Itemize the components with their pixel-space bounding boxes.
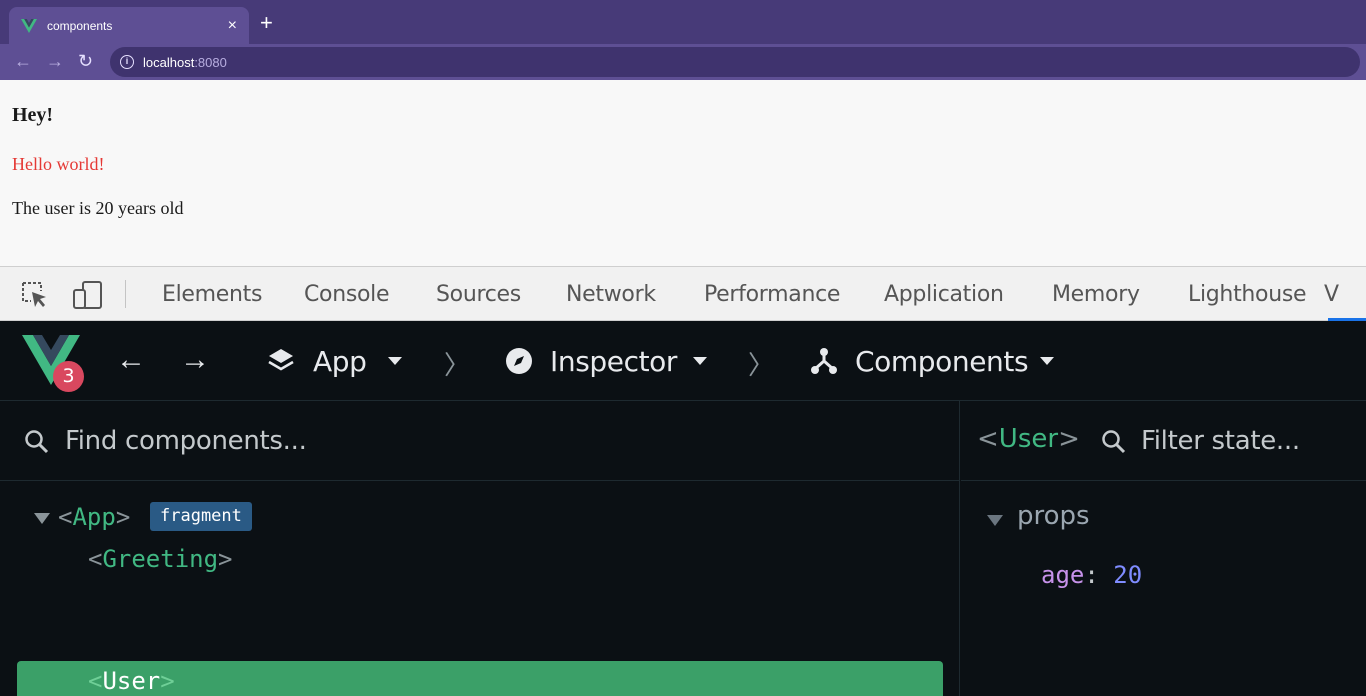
tab-sources[interactable]: Sources (436, 282, 521, 307)
search-icon (25, 430, 49, 454)
inspect-element-icon[interactable] (20, 280, 50, 310)
state-header: <User> Filter state... (961, 401, 1366, 481)
inspector-dropdown-icon[interactable] (693, 357, 707, 365)
components-selector-label[interactable]: Components (855, 345, 1029, 378)
devtools-tabbar: Elements Console Sources Network Perform… (0, 266, 1366, 321)
component-search[interactable]: Find components... (0, 401, 960, 481)
breadcrumb-separator-icon: 〉 (444, 350, 471, 380)
page-heading: Hey! (12, 104, 54, 126)
url-port: :8080 (194, 54, 227, 70)
tab-network[interactable]: Network (566, 282, 656, 307)
reload-icon[interactable]: ↻ (78, 52, 93, 70)
search-input[interactable]: Find components... (65, 426, 307, 456)
page-viewport: Hey! Hello world! The user is 20 years o… (0, 80, 1366, 266)
forward-arrow-icon[interactable]: → (46, 52, 64, 70)
props-collapse-icon[interactable] (987, 515, 1003, 526)
prop-row[interactable]: age: 20 (1041, 561, 1142, 589)
vue-forward-arrow-icon[interactable]: → (180, 343, 210, 377)
url-host: localhost (143, 54, 195, 70)
fragment-badge: fragment (150, 502, 252, 531)
tab-performance[interactable]: Performance (704, 282, 840, 307)
browser-toolbar: ← → ↻ i localhost :8080 (0, 44, 1366, 80)
vue-back-arrow-icon[interactable]: ← (116, 343, 146, 377)
layers-icon (268, 349, 294, 371)
tab-memory[interactable]: Memory (1052, 282, 1140, 307)
device-toolbar-icon[interactable] (72, 280, 104, 310)
selected-component-name: <User> (977, 424, 1080, 454)
breadcrumb-separator-icon: 〉 (748, 350, 775, 380)
tab-elements[interactable]: Elements (162, 282, 262, 307)
site-info-icon[interactable]: i (120, 55, 134, 69)
state-pane: <User> Filter state... props age: 20 (961, 401, 1366, 696)
components-pane: Find components... <App> fragment <Greet… (0, 401, 960, 696)
new-tab-button[interactable]: + (260, 12, 273, 34)
collapse-toggle-icon[interactable] (34, 513, 50, 524)
inspector-selector-label[interactable]: Inspector (550, 345, 677, 378)
tab-console[interactable]: Console (304, 282, 390, 307)
props-section-label[interactable]: props (1017, 501, 1090, 531)
compass-icon (506, 348, 532, 374)
tab-lighthouse[interactable]: Lighthouse (1188, 282, 1307, 307)
tab-vue[interactable]: V (1324, 282, 1339, 307)
tree-node-app[interactable]: <App> (58, 497, 130, 537)
filter-state-input[interactable]: Filter state... (1141, 426, 1300, 456)
user-age-text: The user is 20 years old (12, 198, 184, 218)
back-arrow-icon[interactable]: ← (14, 52, 32, 70)
tree-node-user[interactable]: <User> (88, 661, 175, 696)
tree-node-greeting[interactable]: <Greeting> (88, 539, 233, 579)
address-bar[interactable]: i localhost :8080 (110, 47, 1360, 77)
tab-title: components (47, 18, 113, 33)
prop-value[interactable]: 20 (1113, 561, 1142, 589)
vue-devtools-header: ← → App 〉 Inspector 〉 Components (0, 321, 1366, 401)
vue-version-badge: 3 (53, 361, 84, 392)
app-dropdown-icon[interactable] (388, 357, 402, 365)
filter-search-icon (1102, 430, 1126, 454)
greeting-text: Hello world! (12, 154, 105, 174)
toolbar-separator (125, 280, 126, 308)
prop-key: age (1041, 561, 1085, 589)
component-tree-icon (811, 348, 837, 374)
components-dropdown-icon[interactable] (1040, 357, 1054, 365)
browser-tabstrip: components × + (0, 0, 1366, 44)
browser-tab[interactable]: components × (9, 7, 249, 44)
vue-favicon-icon (21, 18, 37, 33)
tab-close-icon[interactable]: × (228, 17, 237, 34)
app-selector-label[interactable]: App (313, 345, 367, 378)
tab-application[interactable]: Application (884, 282, 1004, 307)
